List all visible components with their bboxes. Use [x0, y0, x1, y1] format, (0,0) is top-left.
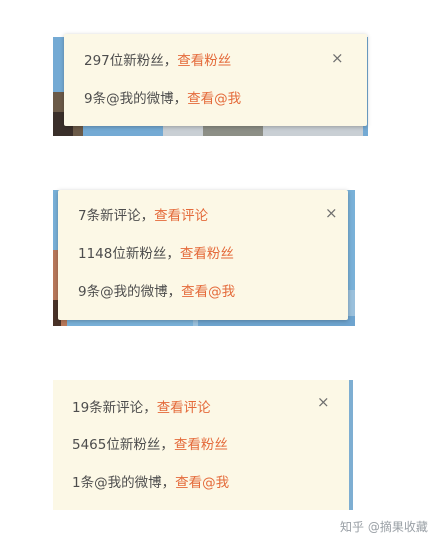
notification-row: 1条@我的微博，查看@我 — [53, 474, 349, 492]
notification-row: 5465位新粉丝，查看粉丝 — [53, 436, 349, 454]
notification-row: 297位新粉丝，查看粉丝 — [64, 52, 367, 70]
close-icon[interactable]: × — [325, 206, 338, 221]
separator: ， — [140, 208, 155, 224]
notification-text: 9条@我的微博 — [78, 284, 168, 300]
separator: ， — [163, 53, 178, 69]
close-icon[interactable]: × — [331, 51, 344, 66]
notification-popup-2: 7条新评论，查看评论 1148位新粉丝，查看粉丝 9条@我的微博，查看@我 × — [58, 190, 348, 320]
notification-row: 9条@我的微博，查看@我 — [64, 90, 367, 108]
notification-text: 1条@我的微博 — [72, 475, 162, 491]
view-fans-link[interactable]: 查看粉丝 — [174, 437, 228, 453]
separator: ， — [160, 437, 174, 453]
view-fans-link[interactable]: 查看粉丝 — [177, 53, 231, 69]
separator: ， — [173, 91, 188, 107]
separator: ， — [161, 475, 176, 491]
separator: ， — [167, 284, 182, 300]
view-mentions-link[interactable]: 查看@我 — [175, 475, 229, 491]
notification-row: 7条新评论，查看评论 — [58, 207, 348, 225]
notification-text: 1148位新粉丝 — [78, 246, 167, 262]
separator: ， — [143, 400, 157, 416]
notification-text: 9条@我的微博 — [84, 91, 174, 107]
notification-row: 9条@我的微博，查看@我 — [58, 283, 348, 301]
notification-row: 19条新评论，查看评论 — [53, 399, 349, 417]
notification-popup-3: 19条新评论，查看评论 5465位新粉丝，查看粉丝 1条@我的微博，查看@我 × — [53, 380, 349, 510]
notification-popup-1: 297位新粉丝，查看粉丝 9条@我的微博，查看@我 × — [64, 34, 367, 126]
separator: ， — [166, 246, 180, 262]
notification-text: 297位新粉丝 — [84, 53, 164, 69]
view-mentions-link[interactable]: 查看@我 — [181, 284, 235, 300]
view-fans-link[interactable]: 查看粉丝 — [180, 246, 234, 262]
notification-text: 5465位新粉丝 — [72, 437, 161, 453]
watermark-text: 知乎 @摘果收藏 — [340, 520, 428, 534]
notification-text: 7条新评论 — [78, 208, 141, 224]
view-comments-link[interactable]: 查看评论 — [157, 400, 211, 416]
notification-text: 19条新评论 — [72, 400, 144, 416]
notification-row: 1148位新粉丝，查看粉丝 — [58, 245, 348, 263]
view-mentions-link[interactable]: 查看@我 — [187, 91, 241, 107]
close-icon[interactable]: × — [317, 395, 330, 410]
view-comments-link[interactable]: 查看评论 — [154, 208, 208, 224]
